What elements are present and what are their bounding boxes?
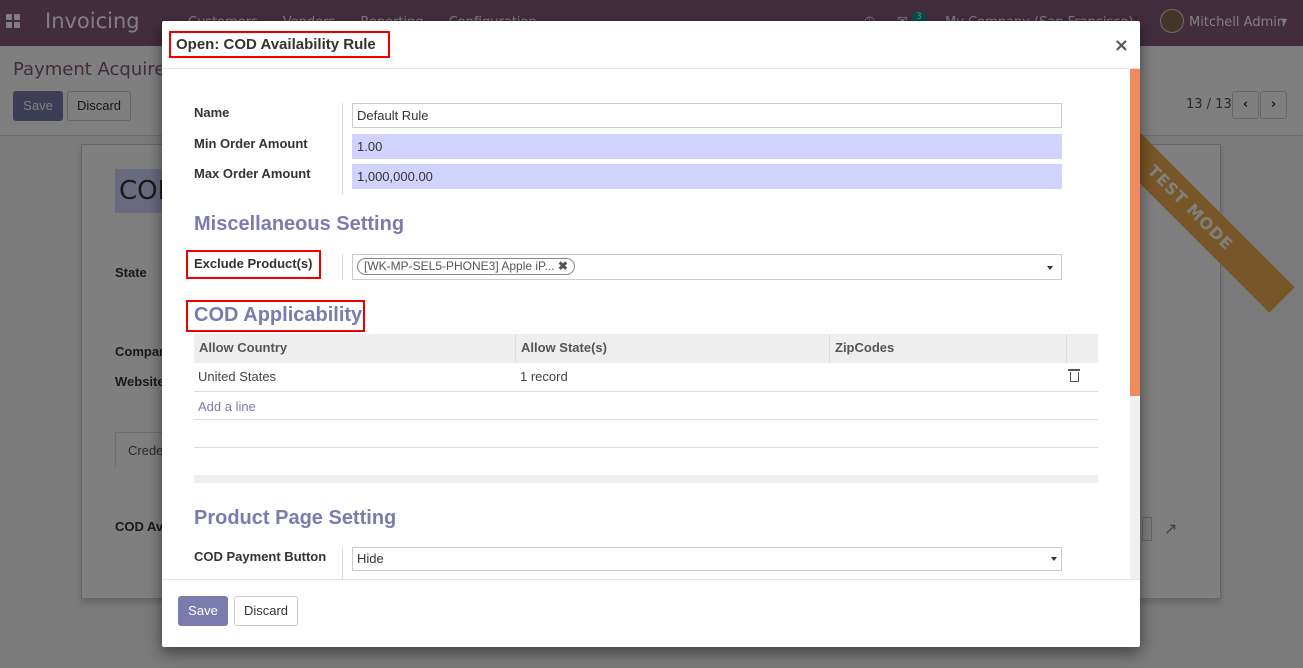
max-order-amount-label: Max Order Amount — [194, 166, 311, 181]
table-footer — [194, 475, 1098, 483]
column-actions — [1067, 334, 1098, 363]
remove-tag-icon[interactable]: ✖ — [558, 259, 568, 273]
chevron-down-icon[interactable] — [1047, 266, 1053, 270]
row-divider — [194, 419, 1098, 420]
max-order-amount-input[interactable]: 1,000,000.00 — [352, 164, 1062, 189]
save-button[interactable]: Save — [178, 596, 228, 626]
cod-rule-dialog: Open: COD Availability Rule × Name Defau… — [162, 21, 1140, 647]
column-allow-country[interactable]: Allow Country — [194, 334, 516, 363]
field-divider — [342, 103, 343, 195]
product-tag: [WK-MP-SEL5-PHONE3] Apple iP... ✖ — [357, 258, 575, 275]
cod-payment-button-select[interactable]: Hide — [352, 547, 1062, 571]
min-order-amount-input[interactable]: 1.00 — [352, 134, 1062, 159]
close-icon[interactable]: × — [1114, 35, 1129, 56]
cell-states[interactable]: 1 record — [516, 363, 830, 391]
modal-footer: Save Discard — [162, 579, 1140, 647]
field-divider — [342, 547, 343, 579]
name-label: Name — [194, 105, 230, 120]
trash-icon[interactable] — [1068, 369, 1080, 382]
modal-body: Name Default Rule Min Order Amount 1.00 … — [162, 69, 1140, 579]
exclude-products-input[interactable]: [WK-MP-SEL5-PHONE3] Apple iP... ✖ — [352, 254, 1062, 280]
field-divider — [342, 254, 343, 280]
min-order-amount-label: Min Order Amount — [194, 136, 308, 151]
discard-button[interactable]: Discard — [234, 596, 298, 626]
chevron-down-icon[interactable] — [1051, 557, 1057, 561]
name-input[interactable]: Default Rule — [352, 103, 1062, 128]
column-allow-states[interactable]: Allow State(s) — [516, 334, 830, 363]
add-a-line-link[interactable]: Add a line — [198, 399, 256, 414]
row-divider — [194, 447, 1098, 448]
exclude-products-label: Exclude Product(s) — [194, 256, 313, 271]
cod-payment-button-value: Hide — [357, 551, 384, 566]
column-zipcodes[interactable]: ZipCodes — [830, 334, 1067, 363]
cell-country[interactable]: United States — [194, 363, 516, 391]
row-divider — [194, 391, 1098, 392]
modal-header: Open: COD Availability Rule × — [162, 21, 1140, 69]
misc-section-title: Miscellaneous Setting — [194, 213, 405, 235]
cell-zipcodes[interactable] — [830, 363, 1067, 391]
applicability-section-title: COD Applicability — [194, 304, 363, 326]
cod-payment-button-label: COD Payment Button — [194, 549, 327, 564]
modal-title: Open: COD Availability Rule — [169, 31, 390, 58]
product-section-title: Product Page Setting — [194, 507, 397, 529]
scrollbar-thumb[interactable] — [1130, 69, 1140, 396]
